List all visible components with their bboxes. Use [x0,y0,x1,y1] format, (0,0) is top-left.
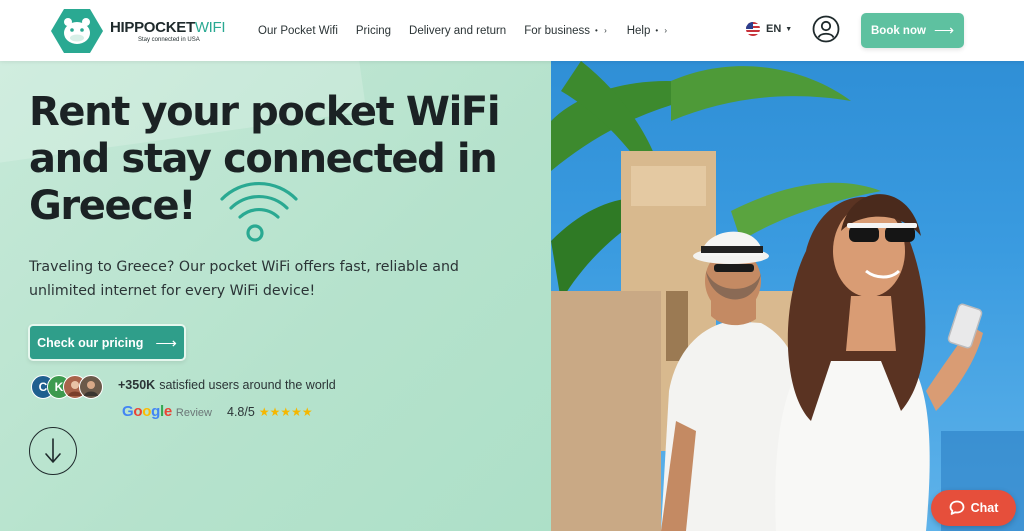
rating: 4.8/5 ★★★★★ [227,405,313,419]
avatar [79,375,103,399]
users-count: +350K [118,378,156,392]
rating-value: 4.8/5 [227,405,255,419]
main-nav: Our Pocket Wifi Pricing Delivery and ret… [258,0,687,61]
nav-our-pocket-wifi[interactable]: Our Pocket Wifi [258,25,338,37]
us-flag-icon [746,22,760,36]
hippo-logo-icon [50,7,104,55]
arrow-right-icon: ⟶ [933,22,955,38]
logo-tagline: Stay connected in USA [138,36,200,43]
logo-wordmark: HIPPOCKETWIFI [110,18,226,36]
google-review-link[interactable]: Google Review [122,403,212,420]
nav-label: Delivery and return [409,24,507,37]
book-now-button[interactable]: Book now ⟶ [861,13,964,48]
star-rating-icon: ★★★★★ [258,405,313,419]
caret-down-icon: ▼ [785,25,793,33]
nav-for-business[interactable]: For business • › [524,25,609,37]
hero-description: Traveling to Greece? Our pocket WiFi off… [29,259,459,299]
check-pricing-button[interactable]: Check our pricing ⟶ [28,324,186,361]
book-now-label: Book now [870,24,926,37]
scroll-down-button[interactable] [29,427,77,475]
hero-section: Rent your pocket WiFi and stay connected… [0,61,551,531]
logo[interactable]: HIPPOCKETWIFI Stay connected in USA [50,7,226,55]
site-header: HIPPOCKETWIFI Stay connected in USA Our … [0,0,1024,61]
chat-bubble-icon [949,500,965,515]
logo-accent-text: WIFI [194,18,226,36]
chat-label: Chat [970,501,999,515]
nav-label: For business [524,24,591,37]
nav-label: Pricing [355,24,392,37]
check-pricing-label: Check our pricing [37,335,144,350]
nav-label: Our Pocket Wifi [258,24,338,37]
couple-photo-illustration [551,61,1024,531]
google-logo: Google [122,403,172,420]
chevron-down-icon: • › [655,26,670,35]
user-icon [812,15,840,43]
language-selector[interactable]: EN ▼ [746,22,792,36]
nav-pricing[interactable]: Pricing [356,25,391,37]
wifi-icon [220,181,298,242]
nav-delivery-and-return[interactable]: Delivery and return [409,25,506,37]
user-account-button[interactable] [812,15,840,43]
users-text: satisfied users around the world [159,378,336,392]
nav-label: Help [626,24,651,37]
arrow-down-icon [45,438,61,463]
arrow-right-icon: ⟶ [155,334,177,352]
review-label: Review [175,407,212,419]
hero-photo [551,61,1024,531]
nav-help[interactable]: Help • › [627,25,669,37]
user-avatars: C K [31,375,103,399]
language-code: EN [766,23,782,35]
users-stat: +350K satisfied users around the world [118,378,336,392]
logo-main-text: HIPPOCKET [110,18,195,36]
chat-button[interactable]: Chat [931,490,1016,526]
chevron-down-icon: • › [595,26,609,35]
